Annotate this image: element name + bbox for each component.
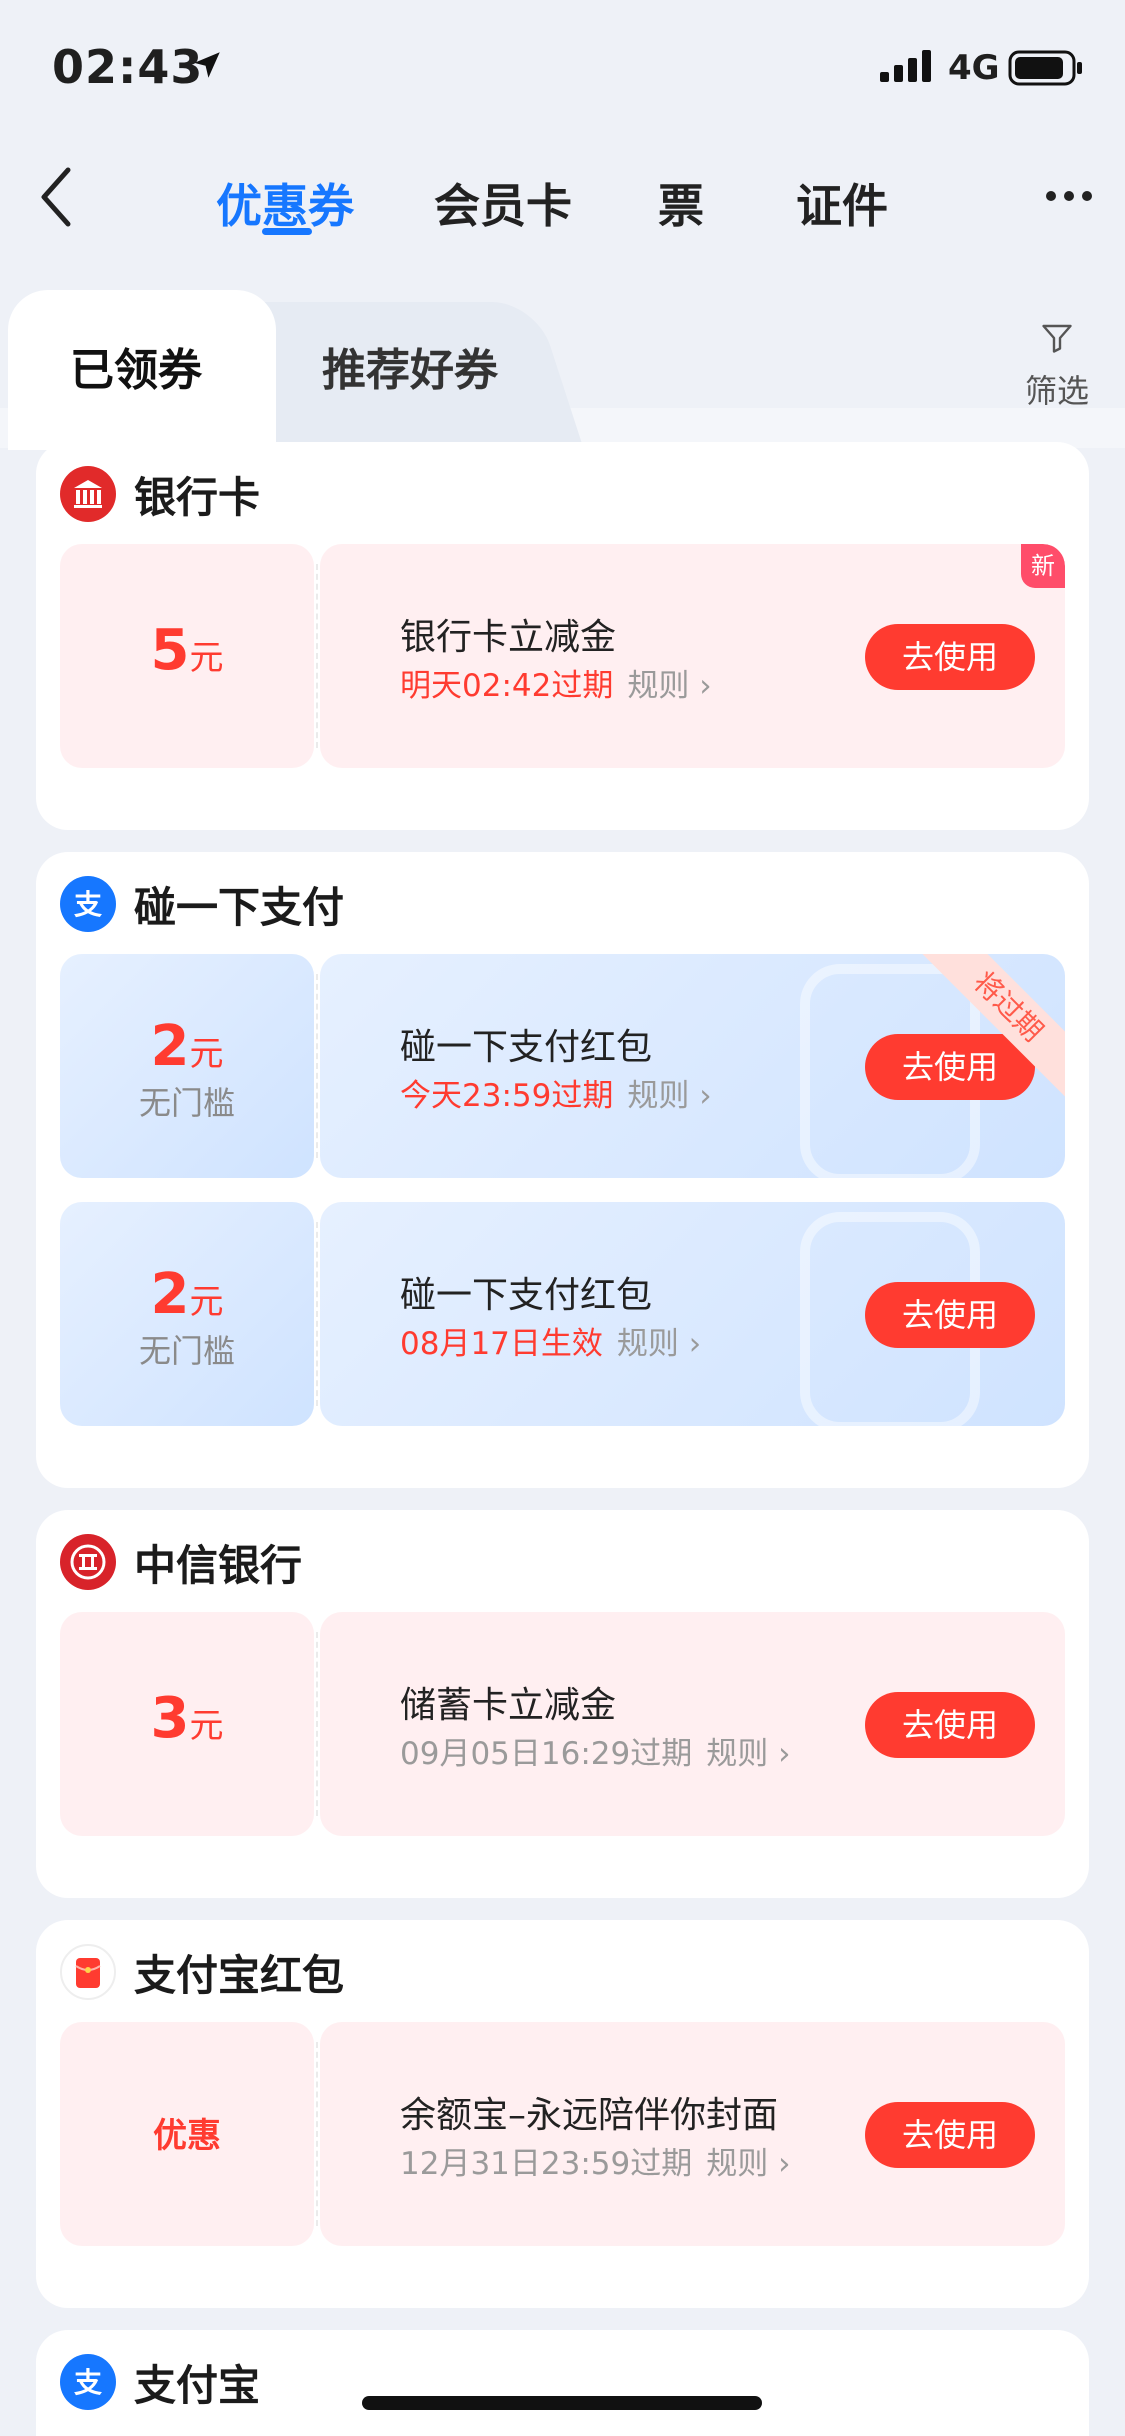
section-citic-bank: 中信银行 3元 储蓄卡立减金 09月05日16:29过期 规则 › 去使用: [36, 1510, 1089, 1898]
coupon-expiry: 明天02:42过期: [400, 668, 614, 704]
coupon-expiry: 今天23:59过期: [400, 1078, 614, 1114]
coupon-amount: 3元: [150, 1686, 224, 1751]
coupon-expiry: 09月05日16:29过期: [400, 1736, 693, 1772]
citic-bank-icon: [60, 1534, 116, 1590]
coupon-divider: [316, 564, 318, 748]
alipay-icon: 支: [60, 876, 116, 932]
coupon-detail-panel: 储蓄卡立减金 09月05日16:29过期 规则 › 去使用: [320, 1612, 1065, 1836]
subtab-claimed[interactable]: 已领券: [70, 334, 202, 398]
coupon-expiry-line: 09月05日16:29过期 规则 ›: [400, 1728, 791, 1773]
section-title: 支付宝: [134, 2360, 261, 2410]
section-title: 支付宝红包: [134, 1950, 345, 2000]
back-arrow-icon[interactable]: [36, 162, 76, 236]
coupon-threshold: 无门槛: [138, 1332, 235, 1370]
svg-text:支: 支: [74, 2366, 102, 2399]
section-header: 支 碰一下支付: [60, 874, 344, 934]
network-type: 4G: [948, 48, 1000, 88]
coupon-rule-link[interactable]: 规则 ›: [706, 1736, 790, 1772]
coupon-amount-panel: 3元: [60, 1612, 314, 1836]
top-nav: 优惠券 会员卡 票 证件: [0, 150, 1125, 250]
tab-certificates[interactable]: 证件: [796, 170, 888, 236]
new-badge: 新: [1021, 544, 1065, 588]
coupon-rule-link[interactable]: 规则 ›: [627, 668, 711, 704]
coupon-divider: [316, 1222, 318, 1406]
coupon-amount-panel: 2元 无门槛: [60, 954, 314, 1178]
location-arrow-icon: [190, 48, 224, 86]
bank-card-icon: [60, 466, 116, 522]
coupon-item[interactable]: 3元 储蓄卡立减金 09月05日16:29过期 规则 › 去使用: [60, 1612, 1065, 1836]
coupon-detail-panel: 碰一下支付红包 今天23:59过期 规则 › 去使用 将过期: [320, 954, 1065, 1178]
coupon-item[interactable]: 5元 银行卡立减金 明天02:42过期 规则 › 去使用 新: [60, 544, 1065, 768]
coupon-rule-link[interactable]: 规则 ›: [706, 2146, 790, 2182]
coupon-divider: [316, 974, 318, 1158]
coupon-divider: [316, 1632, 318, 1816]
coupon-title: 碰一下支付红包: [400, 1027, 653, 1068]
active-tab-indicator: [262, 228, 312, 235]
coupon-amount-panel: 2元 无门槛: [60, 1202, 314, 1426]
filter-button[interactable]: 筛选: [1022, 320, 1092, 412]
filter-label: 筛选: [1024, 372, 1089, 410]
section-header: 银行卡: [60, 464, 260, 524]
status-bar: 02:43 4G: [0, 0, 1125, 140]
coupon-rule-link[interactable]: 规则 ›: [627, 1078, 711, 1114]
coupon-amount-panel: 优惠: [60, 2022, 314, 2246]
use-coupon-button[interactable]: 去使用: [865, 2102, 1035, 2168]
tab-member-cards[interactable]: 会员卡: [434, 170, 572, 236]
use-coupon-button[interactable]: 去使用: [865, 1034, 1035, 1100]
use-coupon-button[interactable]: 去使用: [865, 624, 1035, 690]
section-header: 支付宝红包: [60, 1942, 344, 2002]
coupon-item[interactable]: 2元 无门槛 碰一下支付红包 08月17日生效 规则 › 去使用: [60, 1202, 1065, 1426]
section-bank-card: 银行卡 5元 银行卡立减金 明天02:42过期 规则 › 去使用 新: [36, 442, 1089, 830]
coupon-expiry-line: 12月31日23:59过期 规则 ›: [400, 2138, 791, 2183]
coupon-expiry: 12月31日23:59过期: [400, 2146, 693, 2182]
coupon-expiry-line: 今天23:59过期 规则 ›: [400, 1070, 712, 1115]
section-title: 中信银行: [134, 1540, 303, 1590]
section-title: 银行卡: [134, 472, 261, 522]
section-alipay-red-envelope: 支付宝红包 优惠 余额宝–永远陪伴你封面 12月31日23:59过期 规则 › 去…: [36, 1920, 1089, 2308]
section-alipay: 支 支付宝: [36, 2330, 1089, 2436]
coupon-item[interactable]: 优惠 余额宝–永远陪伴你封面 12月31日23:59过期 规则 › 去使用: [60, 2022, 1065, 2246]
coupon-divider: [316, 2042, 318, 2226]
coupon-detail-panel: 余额宝–永远陪伴你封面 12月31日23:59过期 规则 › 去使用: [320, 2022, 1065, 2246]
coupon-subtabs: 已领券 推荐好券 筛选: [0, 290, 1125, 450]
coupon-threshold: 无门槛: [138, 1084, 235, 1122]
section-header: 中信银行: [60, 1532, 302, 1592]
section-tap-to-pay: 支 碰一下支付 2元 无门槛 碰一下支付红包 今天23:59过期 规则 › 去使用…: [36, 852, 1089, 1488]
coupon-item[interactable]: 2元 无门槛 碰一下支付红包 今天23:59过期 规则 › 去使用 将过期: [60, 954, 1065, 1178]
coupon-detail-panel: 碰一下支付红包 08月17日生效 规则 › 去使用: [320, 1202, 1065, 1426]
red-envelope-icon: [60, 1944, 116, 2000]
coupon-amount: 2元: [150, 1014, 224, 1079]
coupon-expiry-line: 08月17日生效 规则 ›: [400, 1318, 701, 1363]
status-time: 02:43: [52, 40, 204, 94]
coupon-amount-panel: 5元: [60, 544, 314, 768]
tab-tickets[interactable]: 票: [658, 170, 704, 236]
section-header: 支 支付宝: [60, 2352, 260, 2412]
coupon-page: 02:43 4G 优惠券 会员卡 票 证件 已领券 推荐好券 筛选 银行卡 5元…: [0, 0, 1125, 2436]
home-indicator[interactable]: [362, 2396, 762, 2410]
coupon-amount: 5元: [150, 618, 224, 683]
battery-icon: [1008, 50, 1084, 90]
svg-text:支: 支: [74, 888, 102, 921]
coupon-title: 碰一下支付红包: [400, 1275, 653, 1316]
alipay-icon: 支: [60, 2354, 116, 2410]
signal-bars-icon: [880, 50, 936, 86]
coupon-title: 银行卡立减金: [400, 617, 617, 658]
subtab-recommended[interactable]: 推荐好券: [322, 334, 498, 398]
more-options-icon[interactable]: [1044, 188, 1094, 207]
coupon-title: 储蓄卡立减金: [400, 1685, 617, 1726]
coupon-amount: 2元: [150, 1262, 224, 1327]
coupon-amount: 优惠: [153, 2116, 221, 2156]
filter-funnel-icon: [1039, 324, 1075, 364]
coupon-effective-date: 08月17日生效: [400, 1326, 603, 1362]
coupon-rule-link[interactable]: 规则 ›: [617, 1326, 701, 1362]
use-coupon-button[interactable]: 去使用: [865, 1282, 1035, 1348]
section-title: 碰一下支付: [134, 882, 345, 932]
coupon-title: 余额宝–永远陪伴你封面: [400, 2095, 779, 2136]
use-coupon-button[interactable]: 去使用: [865, 1692, 1035, 1758]
tab-coupons[interactable]: 优惠券: [216, 170, 354, 236]
coupon-expiry-line: 明天02:42过期 规则 ›: [400, 660, 712, 705]
coupon-detail-panel: 银行卡立减金 明天02:42过期 规则 › 去使用 新: [320, 544, 1065, 768]
